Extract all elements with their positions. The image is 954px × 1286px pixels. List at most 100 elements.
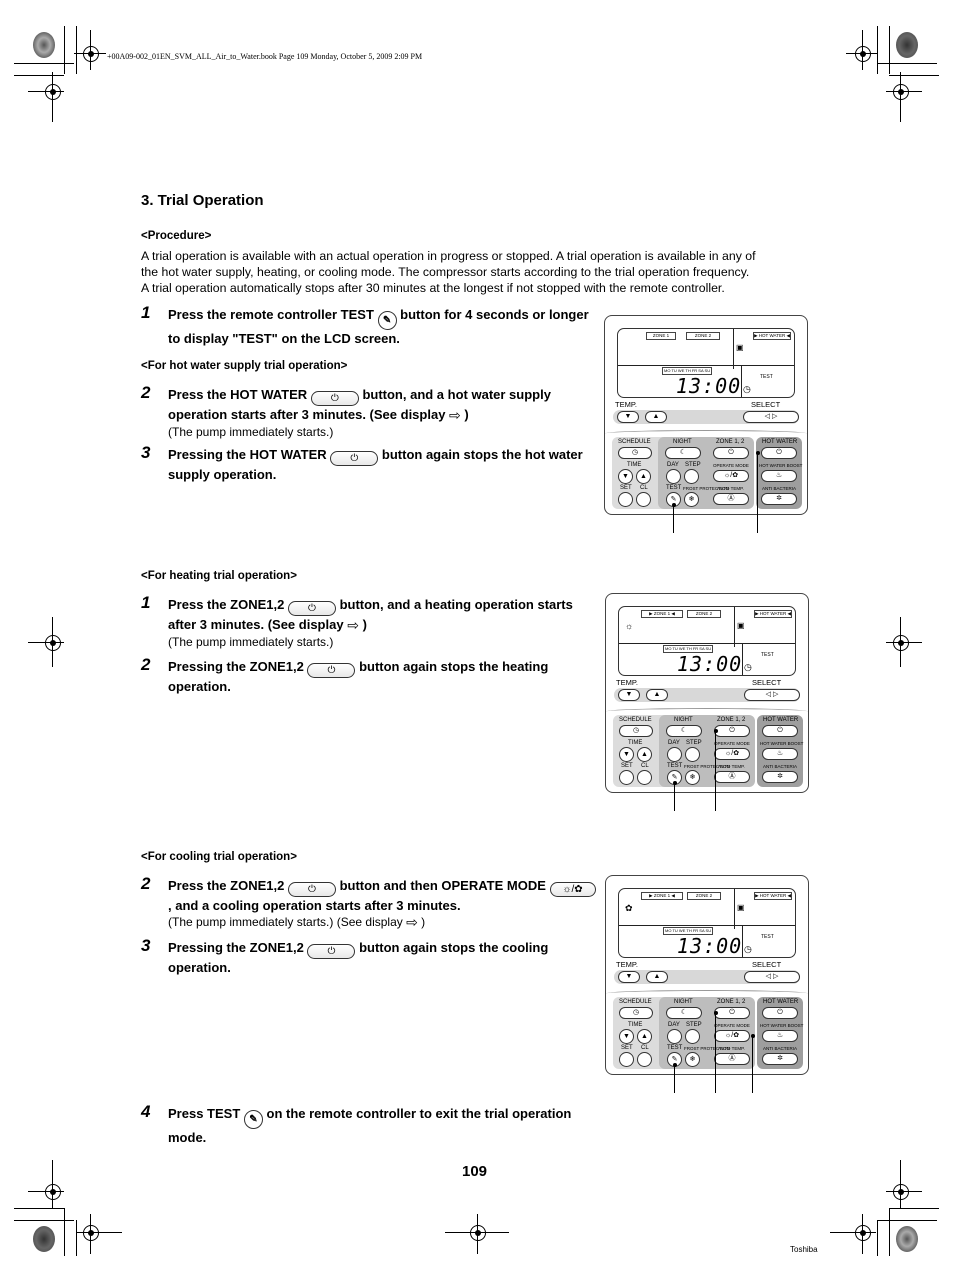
step-button[interactable] [685, 747, 700, 762]
lcd-tank-icon: ▣ [737, 903, 745, 912]
lcd-timer-icon: ◷ [743, 384, 751, 394]
zone12-button[interactable]: ⏻ [713, 447, 749, 459]
test-button-icon: ✎ [377, 311, 397, 330]
auto-temp-button[interactable]: Ⓐ [714, 1053, 750, 1065]
crop-line [862, 1214, 863, 1254]
temp-up-button[interactable]: ▲ [645, 411, 667, 423]
step-text: , and a cooling operation starts after 3… [168, 898, 461, 913]
power-button-icon: ⏻ [307, 663, 356, 678]
hot-water-button[interactable]: ⏻ [762, 725, 798, 737]
cl-label: CL [640, 485, 648, 491]
frost-protection-button[interactable]: ❄ [684, 492, 699, 507]
day-button[interactable] [667, 747, 682, 762]
time-up-button[interactable]: ▲ [637, 1029, 652, 1044]
procedure-line: the hot water supply, heating, or coolin… [141, 265, 750, 279]
select-button[interactable]: ◁ ▷ [743, 411, 799, 423]
step-text: Press the HOT WATER [168, 387, 308, 402]
crop-line [52, 617, 53, 667]
hot-water-button[interactable]: ⏻ [762, 1007, 798, 1019]
operate-mode-label: OPERATE MODE [714, 1023, 750, 1028]
temp-down-button[interactable]: ▼ [617, 411, 639, 423]
callout-dot [672, 1063, 677, 1067]
crop-line [830, 1232, 876, 1233]
zone12-label: ZONE 1, 2 [717, 717, 746, 723]
temp-down-button[interactable]: ▼ [618, 971, 640, 983]
day-button[interactable] [666, 469, 681, 484]
schedule-button[interactable]: ◷ [619, 725, 653, 737]
step-label: STEP [686, 1022, 702, 1028]
crop-line [877, 1220, 937, 1221]
frost-protection-button[interactable]: ❄ [685, 770, 700, 785]
lcd-tank-icon: ▣ [737, 621, 745, 630]
time-down-button[interactable]: ▼ [618, 469, 633, 484]
power-button-icon: ⏻ [287, 882, 336, 897]
registration-disc-icon [33, 1226, 55, 1252]
temp-up-button[interactable]: ▲ [646, 689, 668, 701]
set-label: SET [620, 485, 632, 491]
cl-button[interactable] [636, 492, 651, 507]
zone12-button[interactable]: ⏻ [714, 725, 750, 737]
auto-temp-button[interactable]: Ⓐ [713, 493, 749, 505]
auto-temp-label: AUTO TEMP. [718, 1046, 745, 1051]
hot-water-boost-label: HOT WATER BOOST [759, 463, 803, 468]
lcd-test-indicator: TEST [761, 652, 774, 658]
schedule-button[interactable]: ◷ [618, 447, 652, 459]
procedure-line: A trial operation is available with an a… [141, 249, 756, 263]
step-number: 1 [141, 303, 151, 322]
crop-line [76, 26, 77, 74]
frost-protection-button[interactable]: ❄ [685, 1052, 700, 1067]
crop-line [477, 1214, 478, 1254]
anti-bacteria-button[interactable]: ✲ [762, 1053, 798, 1065]
step-text: Press the ZONE1,2 [168, 878, 285, 893]
auto-temp-button[interactable]: Ⓐ [714, 771, 750, 783]
remote-figure-hot-water: ZONE 1 ZONE 2 ▶ HOT WATER ◀ ▣ MO TU WE T… [604, 315, 808, 535]
procedure-paragraph: A trial operation is available with an a… [141, 248, 821, 296]
cl-button[interactable] [637, 770, 652, 785]
set-button[interactable] [619, 1052, 634, 1067]
night-button[interactable]: ☾ [666, 725, 702, 737]
select-button[interactable]: ◁ ▷ [744, 689, 800, 701]
hot-water-boost-button[interactable]: ♨ [761, 470, 797, 482]
step-number: 4 [141, 1102, 151, 1121]
temp-up-button[interactable]: ▲ [646, 971, 668, 983]
crop-line [886, 1191, 922, 1192]
time-up-button[interactable]: ▲ [636, 469, 651, 484]
operate-mode-button[interactable]: ☼/✿ [714, 748, 750, 760]
night-button[interactable]: ☾ [666, 1007, 702, 1019]
schedule-button[interactable]: ◷ [619, 1007, 653, 1019]
callout-line [674, 783, 675, 811]
temp-down-button[interactable]: ▼ [618, 689, 640, 701]
anti-bacteria-button[interactable]: ✲ [762, 771, 798, 783]
registration-mark-icon [83, 1225, 99, 1241]
day-button[interactable] [667, 1029, 682, 1044]
time-down-button[interactable]: ▼ [619, 747, 634, 762]
lcd-clock: 13:00 [677, 934, 743, 958]
zone12-button[interactable]: ⏻ [714, 1007, 750, 1019]
time-down-button[interactable]: ▼ [619, 1029, 634, 1044]
callout-dot [671, 503, 676, 507]
select-button[interactable]: ◁ ▷ [744, 971, 800, 983]
operate-mode-button[interactable]: ☼/✿ [714, 1030, 750, 1042]
operate-mode-label: OPERATE MODE [713, 463, 749, 468]
hot-water-boost-button[interactable]: ♨ [762, 748, 798, 760]
anti-bacteria-button[interactable]: ✲ [761, 493, 797, 505]
hot-water-boost-button[interactable]: ♨ [762, 1030, 798, 1042]
operate-mode-button[interactable]: ☼/✿ [713, 470, 749, 482]
lcd-hot-water-tag: ▶ HOT WATER ◀ [753, 332, 791, 340]
time-up-button[interactable]: ▲ [637, 747, 652, 762]
hot-water-button[interactable]: ⏻ [761, 447, 797, 459]
step-button[interactable] [684, 469, 699, 484]
registration-mark-icon [855, 1225, 871, 1241]
cooling-heading: <For cooling trial operation> [141, 851, 297, 863]
crop-line [886, 642, 922, 643]
crop-line [64, 1208, 65, 1256]
lcd-screen: ▶ ZONE 1 ◀ ZONE 2 ▶ HOT WATER ◀ ☼ ▣ MO T… [618, 606, 796, 676]
lcd-zone1-tag: ZONE 1 [646, 332, 676, 340]
set-button[interactable] [618, 492, 633, 507]
night-button[interactable]: ☾ [665, 447, 701, 459]
step-button[interactable] [685, 1029, 700, 1044]
cl-button[interactable] [637, 1052, 652, 1067]
set-button[interactable] [619, 770, 634, 785]
crop-line [28, 91, 64, 92]
registration-disc-icon [33, 32, 55, 58]
